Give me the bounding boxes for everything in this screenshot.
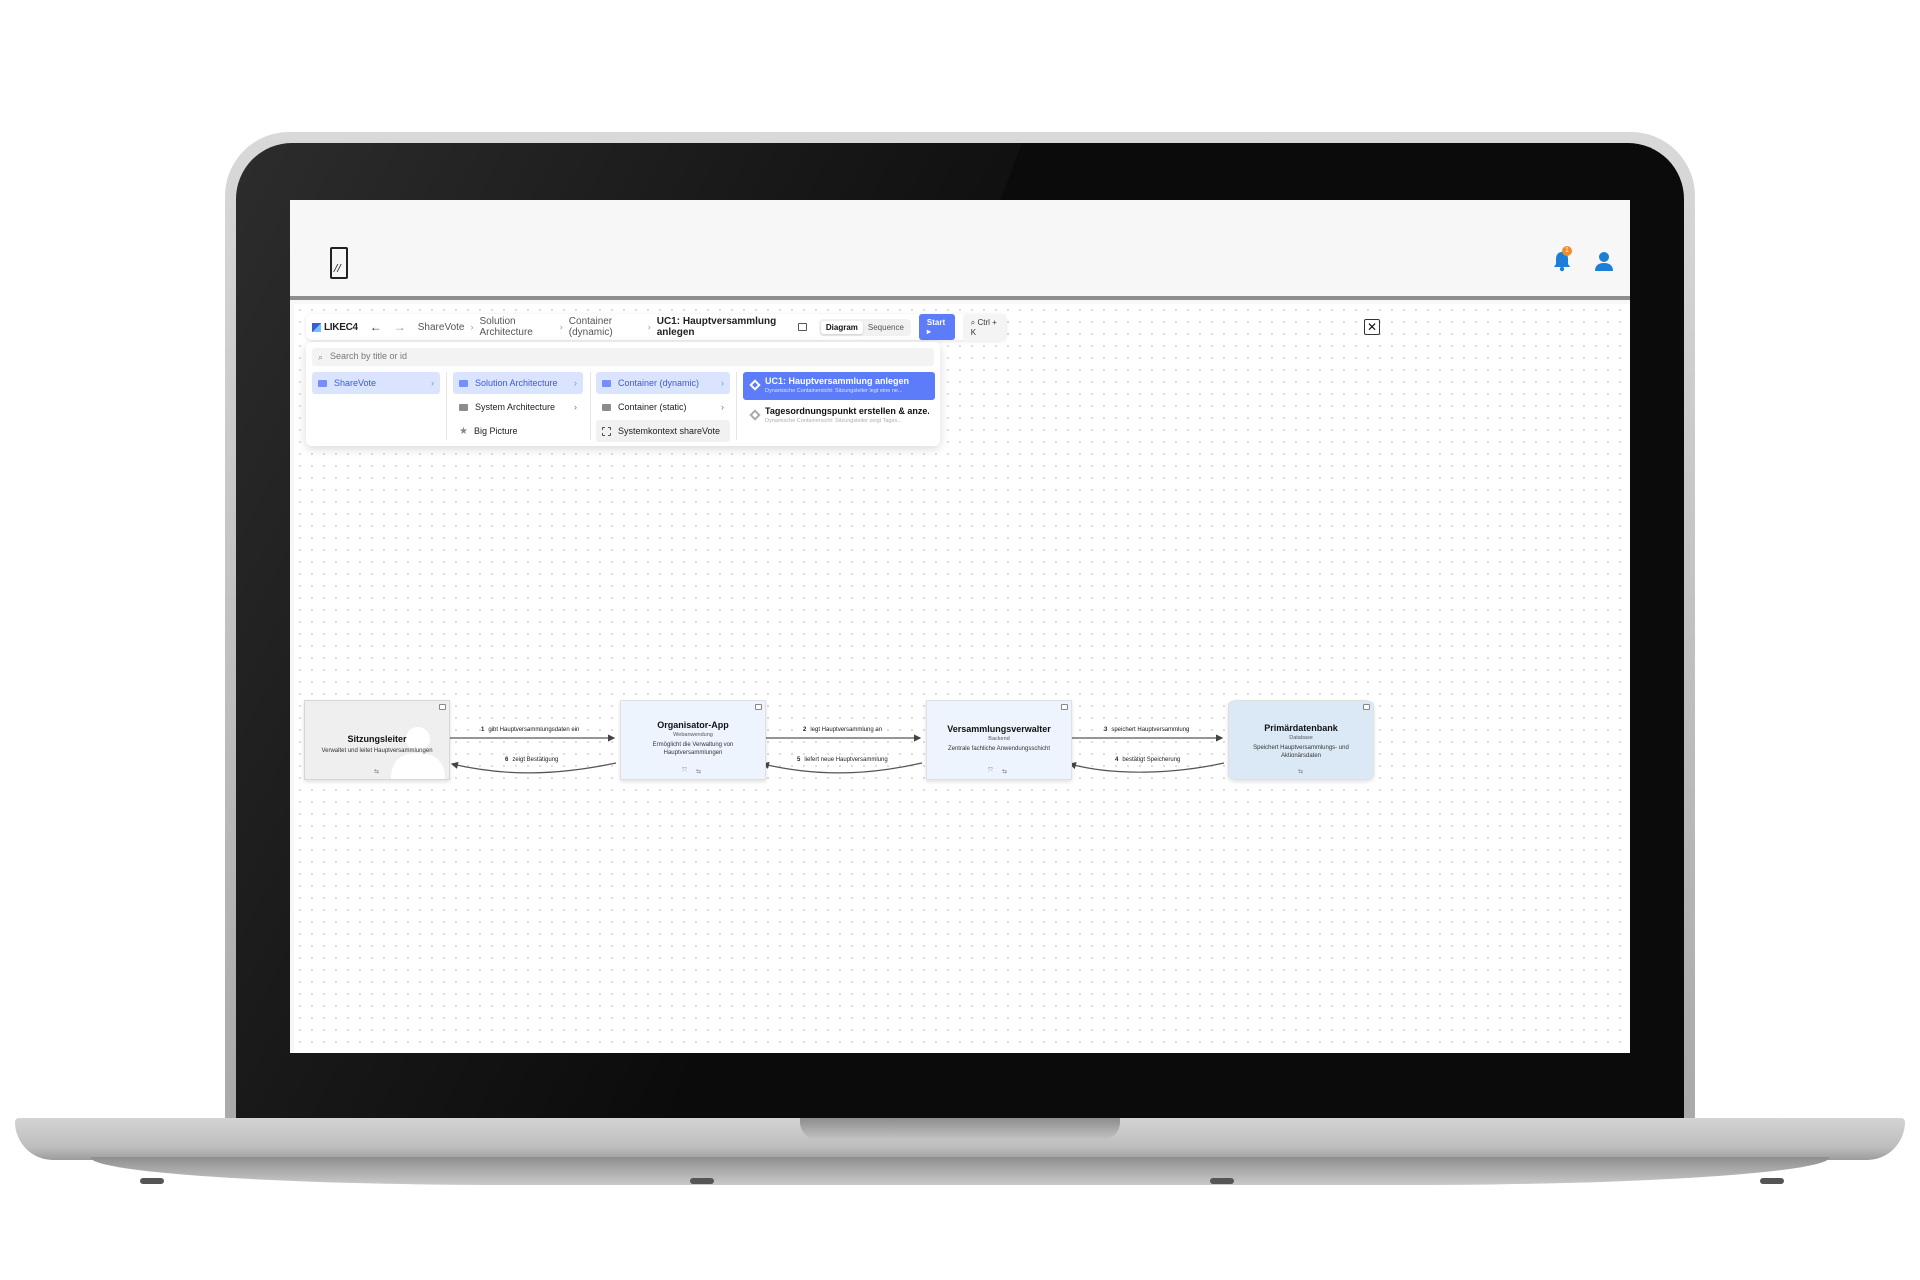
node-primaerdatenbank[interactable]: Primärdatenbank Database Speichert Haupt… <box>1228 700 1374 780</box>
app-header: // 1 <box>290 200 1630 300</box>
edge-label[interactable]: 1 gibt Hauptversammlungsdaten ein <box>481 727 579 733</box>
laptop-base-bottom <box>90 1157 1830 1185</box>
laptop-mockup: // 1 LIKEC4 ← → ShareVote › Solution Arc… <box>0 0 1920 1280</box>
laptop-foot <box>1760 1178 1784 1184</box>
node-description: Speichert Hauptversammlungs- und Aktionä… <box>1253 745 1349 759</box>
node-title: Primärdatenbank <box>1264 723 1338 733</box>
node-description: Verwaltet und leitet Hauptversammlungen <box>321 748 433 754</box>
node-sitzungsleiter[interactable]: Sitzungsleiter Verwaltet und leitet Haup… <box>304 700 450 780</box>
edge-label[interactable]: 4 bestätigt Speicherung <box>1115 757 1180 763</box>
app-logo-glyph: // <box>334 263 341 274</box>
edge-label[interactable]: 2 legt Hauptversammlung an <box>803 727 882 733</box>
edge-5-line <box>761 761 923 774</box>
diagram-canvas[interactable]: LIKEC4 ← → ShareVote › Solution Architec… <box>294 304 1630 1053</box>
node-technology: Backend <box>988 736 1010 742</box>
relationships-icon[interactable]: ⇆ <box>374 768 379 775</box>
notification-badge: 1 <box>1562 246 1572 256</box>
laptop-notch <box>800 1118 1120 1140</box>
edge-step-number: 5 <box>797 757 801 763</box>
node-organisator-app[interactable]: Organisator-App Webanwendung Ermöglicht … <box>620 700 766 780</box>
edge-text: bestätigt Speicherung <box>1122 757 1181 763</box>
user-icon[interactable] <box>1594 250 1614 272</box>
diagram-edges <box>450 734 1225 774</box>
app-logo[interactable]: // <box>330 247 348 279</box>
node-description: Zentrale fachliche Anwendungsschicht <box>947 746 1051 752</box>
edge-step-number: 4 <box>1115 757 1119 763</box>
edge-label[interactable]: 6 zeigt Bestätigung <box>505 757 558 763</box>
relationships-icon[interactable]: ⇆ <box>696 768 701 775</box>
drill-down-icon[interactable]: ⤧ <box>682 768 687 775</box>
edge-step-number: 3 <box>1104 727 1108 733</box>
edge-step-number: 1 <box>481 727 485 733</box>
node-description: Ermöglicht die Verwaltung von Hauptversa… <box>652 742 734 756</box>
relationships-icon[interactable]: ⇆ <box>1298 768 1303 775</box>
node-details-icon[interactable] <box>1061 704 1068 710</box>
edge-label[interactable]: 5 liefert neue Hauptversammlung <box>797 757 888 763</box>
edge-text: zeigt Bestätigung <box>512 757 559 763</box>
edge-step-number: 6 <box>505 757 509 763</box>
laptop-foot <box>690 1178 714 1184</box>
screen: // 1 LIKEC4 ← → ShareVote › Solution Arc… <box>290 200 1630 1053</box>
node-details-icon[interactable] <box>439 704 446 710</box>
laptop-foot <box>140 1178 164 1184</box>
node-technology: Database <box>1289 735 1313 741</box>
edge-text: speichert Hauptversammlung <box>1111 727 1190 733</box>
edge-6-line <box>450 761 617 774</box>
node-title: Sitzungsleiter <box>347 734 407 744</box>
node-title: Versammlungsverwalter <box>947 724 1051 734</box>
node-details-icon[interactable] <box>755 704 762 710</box>
edge-label[interactable]: 3 speichert Hauptversammlung <box>1104 727 1189 733</box>
edge-text: legt Hauptversammlung an <box>810 727 883 733</box>
node-technology: Webanwendung <box>673 732 713 738</box>
node-title: Organisator-App <box>657 720 729 730</box>
laptop-foot <box>1210 1178 1234 1184</box>
edge-text: gibt Hauptversammlungsdaten ein <box>488 727 580 733</box>
node-versammlungsverwalter[interactable]: Versammlungsverwalter Backend Zentrale f… <box>926 700 1072 780</box>
edge-text: liefert neue Hauptversammlung <box>804 757 888 763</box>
relationships-icon[interactable]: ⇆ <box>1002 768 1007 775</box>
edge-4-line <box>1068 762 1225 773</box>
edge-step-number: 2 <box>803 727 807 733</box>
node-details-icon[interactable] <box>1363 704 1370 710</box>
drill-down-icon[interactable]: ⤧ <box>988 768 993 775</box>
